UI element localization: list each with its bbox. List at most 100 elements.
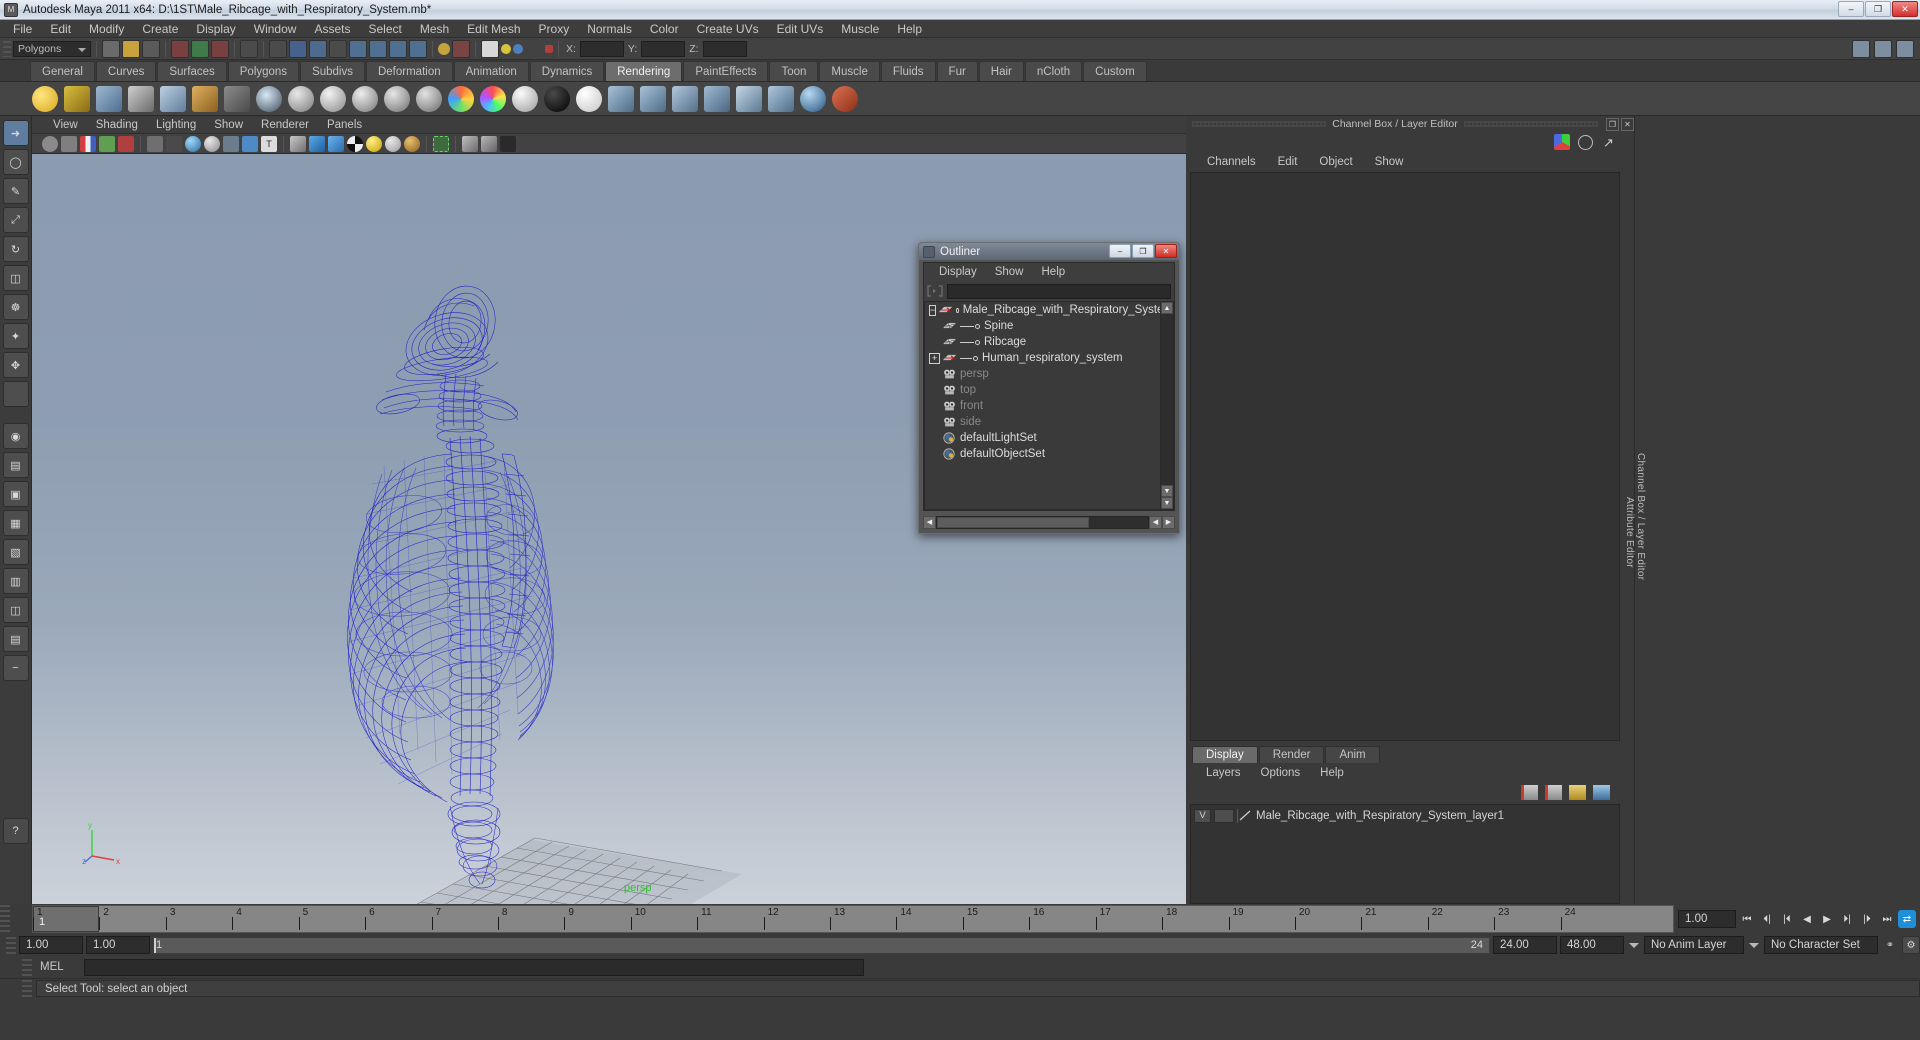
layer-menu-options[interactable]: Options — [1251, 767, 1311, 779]
texture-ramp-icon[interactable] — [640, 86, 666, 112]
outliner-label-root[interactable]: Male_Ribcage_with_Respiratory_System — [963, 304, 1173, 316]
wireframe-shading-icon[interactable] — [290, 136, 306, 152]
render-view-icon[interactable] — [160, 86, 186, 112]
persp-graph-layout-icon[interactable]: ▦ — [3, 510, 29, 536]
channel-box-menu-edit[interactable]: Edit — [1267, 156, 1309, 168]
anim-layer-dropdown-icon[interactable] — [1627, 937, 1641, 954]
scroll-up-arrow[interactable]: ▲ — [1161, 302, 1173, 314]
show-hide-channelbox-icon[interactable] — [1852, 40, 1870, 58]
object-mask-handles-icon[interactable] — [269, 40, 287, 58]
help-toolbox-icon[interactable]: ? — [3, 818, 29, 844]
outliner-label-respiratory[interactable]: Human_respiratory_system — [982, 352, 1123, 364]
outliner-item-persp[interactable]: persp — [925, 366, 1173, 382]
select-by-component-icon[interactable] — [142, 40, 160, 58]
range-end-field[interactable]: 48.00 — [1560, 936, 1624, 954]
create-layer-from-selected-icon[interactable] — [1593, 785, 1610, 800]
texture-checker-icon[interactable] — [672, 86, 698, 112]
scroll-track[interactable] — [1161, 314, 1173, 485]
channel-box-menu-channels[interactable]: Channels — [1196, 156, 1267, 168]
points-mask-icon[interactable] — [191, 40, 209, 58]
object-mask-surfaces-icon[interactable] — [329, 40, 347, 58]
exposure-icon[interactable] — [242, 136, 258, 152]
lines-mask-icon[interactable] — [211, 40, 229, 58]
menu-create-uvs[interactable]: Create UVs — [688, 20, 768, 38]
panel-drag-grip-left[interactable] — [1192, 121, 1326, 127]
panel-close-button[interactable]: ✕ — [1621, 118, 1634, 131]
resolution-gate-icon[interactable] — [185, 136, 201, 152]
shelf-tab-fluids[interactable]: Fluids — [881, 61, 936, 81]
menu-select[interactable]: Select — [359, 20, 410, 38]
expand-arrow-icon[interactable]: ↗ — [1601, 135, 1616, 150]
grid-display-icon[interactable] — [147, 136, 163, 152]
outliner-item-front[interactable]: front — [925, 398, 1173, 414]
close-button[interactable]: ✕ — [1892, 1, 1918, 17]
outliner-maximize-button[interactable]: ❐ — [1132, 244, 1154, 258]
shelf-tab-painteffects[interactable]: PaintEffects — [683, 61, 768, 81]
help-line-grip[interactable] — [22, 980, 32, 997]
env-sphere-icon[interactable] — [736, 86, 762, 112]
outliner-label-ribcage[interactable]: Ribcage — [984, 336, 1026, 348]
construction-history-icon[interactable] — [481, 40, 499, 58]
shelf-tab-curves[interactable]: Curves — [96, 61, 156, 81]
menu-file[interactable]: File — [4, 20, 41, 38]
use-all-lights-icon[interactable] — [366, 136, 382, 152]
shelf-tab-polygons[interactable]: Polygons — [228, 61, 299, 81]
manipulator-axis-icon[interactable] — [1554, 134, 1570, 150]
object-mask-dynamics-icon[interactable] — [369, 40, 387, 58]
shelf-tab-fur[interactable]: Fur — [937, 61, 978, 81]
outliner-item-side[interactable]: side — [925, 414, 1173, 430]
minimize-button[interactable]: – — [1838, 1, 1864, 17]
shelf-tab-animation[interactable]: Animation — [454, 61, 529, 81]
menu-edit[interactable]: Edit — [41, 20, 80, 38]
snap-to-live-icon[interactable] — [525, 40, 543, 58]
make-live-icon[interactable] — [545, 45, 553, 53]
layer-shading-icon[interactable] — [1237, 809, 1253, 823]
go-to-end-button[interactable]: ⏭ — [1878, 910, 1896, 928]
anisotropic-material-icon[interactable] — [416, 86, 442, 112]
command-language-label[interactable]: MEL — [40, 961, 80, 973]
outliner-tree[interactable]: − Male_Ribcage_with_Respiratory_System — [924, 301, 1174, 510]
layer-name[interactable]: Male_Ribcage_with_Respiratory_System_lay… — [1256, 810, 1504, 822]
shelf-tab-dynamics[interactable]: Dynamics — [530, 61, 604, 81]
selection-mode-dropdown[interactable]: Polygons — [13, 41, 91, 57]
texture-projection-icon[interactable] — [768, 86, 794, 112]
scroll-down-arrow-1[interactable]: ▼ — [1161, 485, 1173, 497]
single-perspective-view-icon[interactable] — [462, 136, 478, 152]
shelf-tab-rendering[interactable]: Rendering — [605, 61, 682, 81]
outliner-title-bar[interactable]: Outliner – ❐ ✕ — [919, 243, 1179, 260]
xray-icon[interactable] — [223, 136, 239, 152]
lambert-material-icon[interactable] — [288, 86, 314, 112]
collapse-toolbox-icon[interactable]: − — [3, 655, 29, 681]
channel-box-menu-object[interactable]: Object — [1308, 156, 1363, 168]
range-bar[interactable] — [154, 938, 1489, 953]
snap-to-point-icon[interactable] — [501, 44, 511, 54]
layer-row[interactable]: V Male_Ribcage_with_Respiratory_System_l… — [1194, 808, 1616, 823]
layer-menu-help[interactable]: Help — [1310, 767, 1354, 779]
outliner-vertical-scrollbar[interactable]: ▲ ▼ ▼ — [1160, 302, 1173, 509]
shelf-tab-subdivs[interactable]: Subdivs — [300, 61, 365, 81]
viewport-menu-view[interactable]: View — [44, 119, 87, 131]
share-view-icon[interactable] — [500, 136, 516, 152]
shading-map-icon[interactable] — [576, 86, 602, 112]
paint-selection-tool-icon[interactable]: ✎ — [3, 178, 29, 204]
outliner-item-ribcage[interactable]: Ribcage — [925, 334, 1173, 350]
surface-shader-icon[interactable] — [512, 86, 538, 112]
object-mask-rendering-icon[interactable] — [389, 40, 407, 58]
show-hide-tool-settings-icon[interactable] — [1896, 40, 1914, 58]
render-settings-icon[interactable] — [96, 86, 122, 112]
menu-edit-mesh[interactable]: Edit Mesh — [458, 20, 529, 38]
smooth-shade-all-icon[interactable] — [309, 136, 325, 152]
blinn-material-icon[interactable] — [320, 86, 346, 112]
outliner-horizontal-scrollbar[interactable]: ◀ ◀ ▶ — [923, 515, 1175, 529]
camera-attributes-icon[interactable] — [61, 136, 77, 152]
ipr-render-icon[interactable] — [64, 86, 90, 112]
single-perspective-layout-icon[interactable]: ◉ — [3, 423, 29, 449]
image-plane-icon[interactable] — [99, 136, 115, 152]
create-empty-layer-icon[interactable] — [1569, 785, 1586, 800]
tab-anim-layers[interactable]: Anim — [1325, 746, 1379, 763]
command-line-grip[interactable] — [22, 959, 32, 976]
outliner-label-front[interactable]: front — [960, 400, 983, 412]
hypershade-persp-layout-icon[interactable]: ▧ — [3, 539, 29, 565]
lasso-tool-icon[interactable]: ◯ — [3, 149, 29, 175]
current-time-field[interactable]: 1.00 — [1678, 910, 1736, 928]
